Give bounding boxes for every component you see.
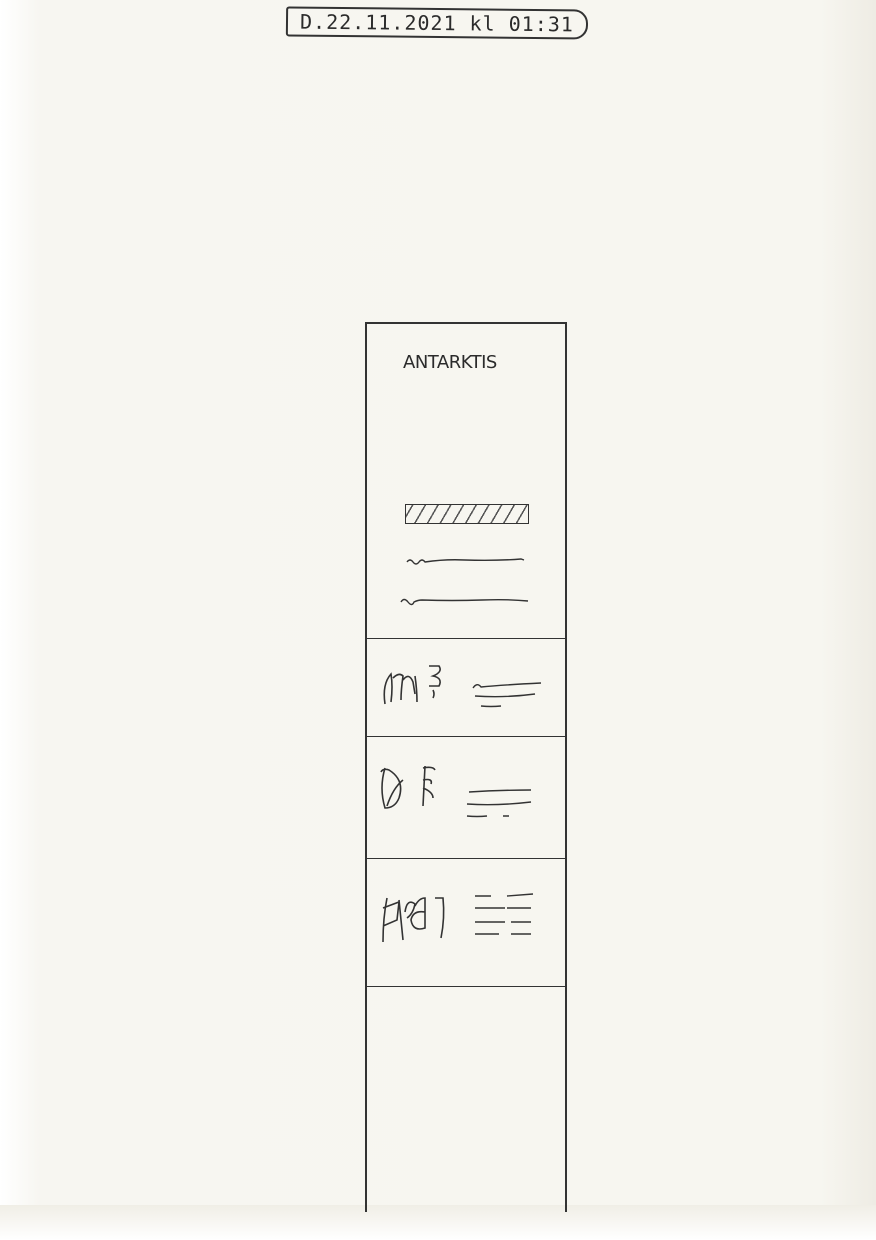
list-card-1[interactable] <box>367 640 565 736</box>
divider-3 <box>367 858 565 859</box>
card-icon-1 <box>383 665 441 705</box>
divider-4 <box>367 986 565 987</box>
date-stamp: D.22.11.2021 kl 01:31 <box>285 6 589 40</box>
divider-1 <box>367 638 565 639</box>
card-text-2 <box>466 789 532 818</box>
list-card-3[interactable] <box>367 860 565 986</box>
card-text-3 <box>474 893 534 935</box>
list-card-2[interactable] <box>367 738 565 856</box>
card-icon-2 <box>380 765 436 809</box>
hero-text-line-1 <box>406 558 525 565</box>
phone-wireframe: ANTARKTIS <box>365 322 567 1212</box>
hero-button[interactable] <box>405 504 529 524</box>
app-title: ANTARKTIS <box>403 352 497 373</box>
card-icon-3 <box>382 897 445 943</box>
divider-2 <box>367 736 565 737</box>
card-text-1 <box>472 682 542 708</box>
hero-text-line-2 <box>400 598 529 606</box>
